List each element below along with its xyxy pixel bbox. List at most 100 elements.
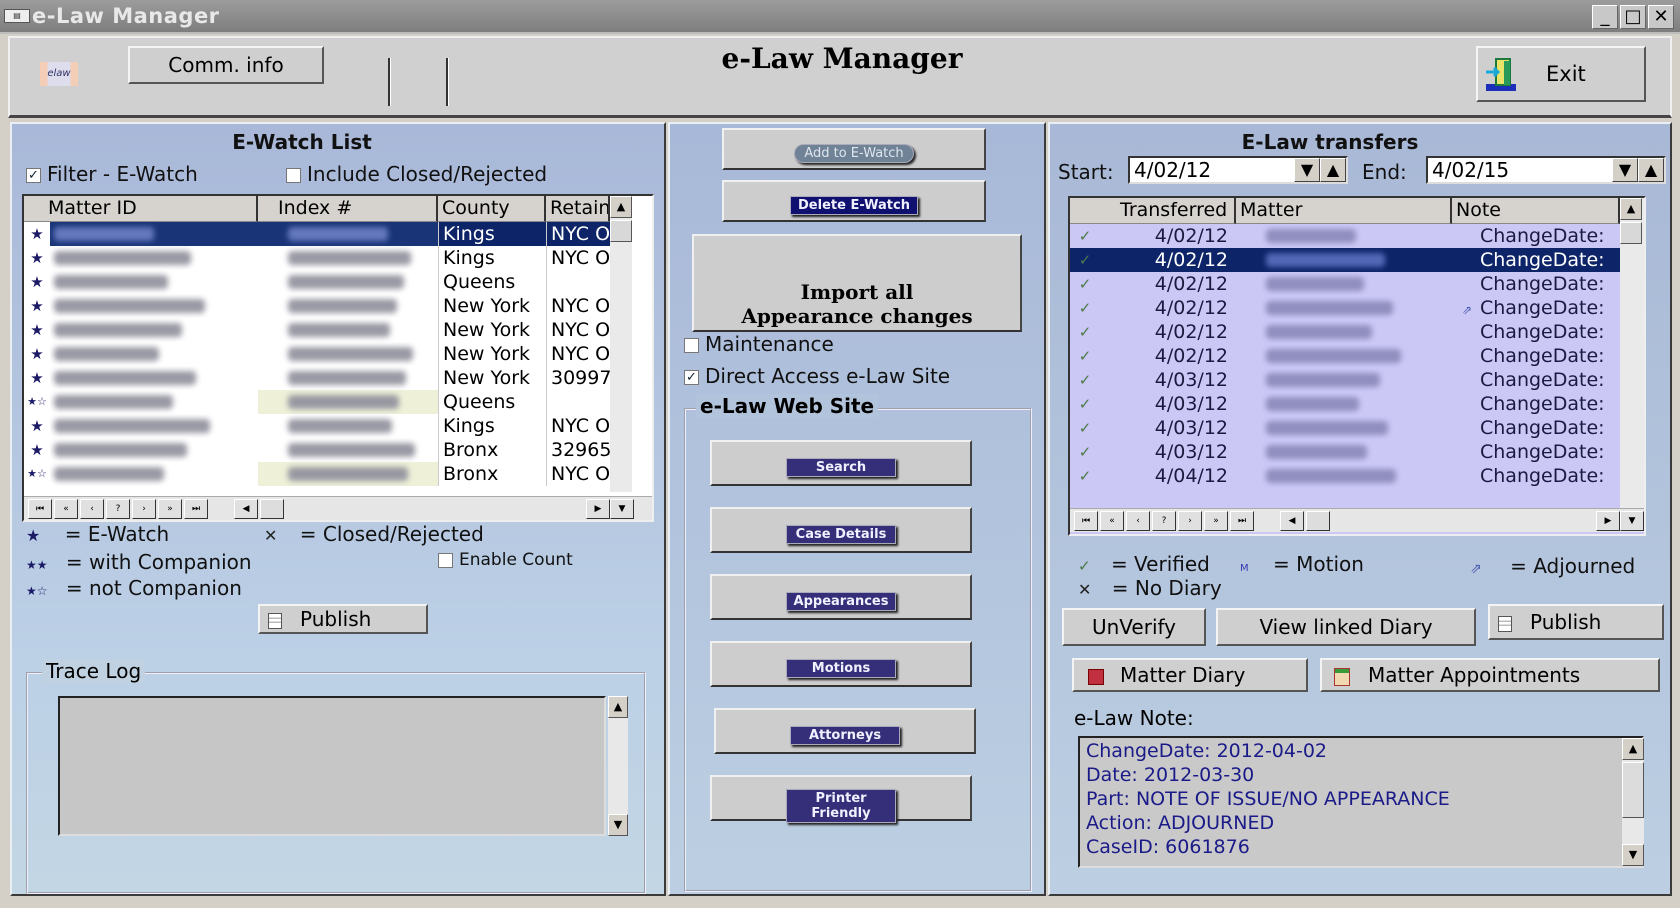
trace-scroll-up[interactable]: ▲	[608, 696, 628, 718]
ewatch-row[interactable]: ★ New York NYC O	[24, 294, 610, 318]
end-date-input[interactable]: 4/02/15 ▼ ▲	[1426, 156, 1666, 184]
search-button[interactable]: Search	[710, 440, 972, 486]
column-header-matter[interactable]: Matter	[1236, 198, 1452, 224]
direct-access-checkbox[interactable]: ✓ Direct Access e-Law Site	[684, 364, 950, 388]
note-scroll-down[interactable]: ▼	[1622, 844, 1644, 866]
trace-log-scrollbar[interactable]: ▲ ▼	[608, 696, 628, 836]
unverify-button[interactable]: UnVerify	[1062, 608, 1206, 646]
ewatch-row[interactable]: ★ Kings NYC O	[24, 414, 610, 438]
prev-page-button[interactable]: «	[54, 499, 78, 519]
note-scroll-thumb[interactable]	[1622, 762, 1644, 818]
note-scroll-up[interactable]: ▲	[1622, 738, 1644, 760]
hscroll-thumb[interactable]	[1306, 511, 1330, 531]
ewatch-row[interactable]: ★ Kings NYC O	[24, 246, 610, 270]
start-date-up-button[interactable]: ▲	[1320, 158, 1346, 182]
filter-ewatch-check[interactable]: ✓	[26, 168, 41, 183]
hscroll-left-button[interactable]: ◀	[1280, 511, 1304, 531]
column-header-county[interactable]: County	[438, 196, 546, 222]
elaw-note-textarea[interactable]: ChangeDate: 2012-04-02 Date: 2012-03-30 Pa…	[1078, 736, 1644, 868]
appearances-button[interactable]: Appearances	[710, 574, 972, 620]
scroll-down-button[interactable]: ▼	[1620, 511, 1644, 531]
transfers-publish-button[interactable]: Publish	[1488, 604, 1664, 640]
exit-button[interactable]: Exit	[1476, 46, 1646, 102]
prev-page-button[interactable]: «	[1100, 511, 1124, 531]
delete-ewatch-button[interactable]: Delete E-Watch	[722, 180, 986, 222]
next-page-button[interactable]: »	[1204, 511, 1228, 531]
scroll-up-button[interactable]: ▲	[610, 196, 632, 218]
hscroll-thumb[interactable]	[260, 499, 284, 519]
direct-access-check[interactable]: ✓	[684, 370, 699, 385]
column-header-note[interactable]: Note	[1452, 198, 1620, 224]
transfer-row[interactable]: ✓ 4/03/12 ChangeDate:	[1070, 392, 1620, 416]
import-appearance-changes-button[interactable]: Import all Appearance changes	[692, 234, 1022, 332]
printer-friendly-button[interactable]: Printer Friendly	[710, 775, 972, 823]
start-date-down-button[interactable]: ▼	[1294, 158, 1320, 182]
next-record-button[interactable]: ›	[1178, 511, 1202, 531]
scroll-thumb[interactable]	[610, 220, 632, 242]
maximize-button[interactable]: □	[1620, 5, 1646, 29]
include-closed-checkbox[interactable]: Include Closed/Rejected	[286, 162, 547, 186]
transfer-row[interactable]: ✓ 4/04/12 ChangeDate:	[1070, 464, 1620, 488]
transfer-row[interactable]: ✓ 4/02/12 ⇗ ChangeDate:	[1070, 296, 1620, 320]
transfer-row[interactable]: ✓ 4/02/12 ChangeDate:	[1070, 248, 1620, 272]
transfer-row[interactable]: ✓ 4/03/12 ChangeDate:	[1070, 368, 1620, 392]
trace-scroll-down[interactable]: ▼	[608, 814, 628, 836]
next-record-button[interactable]: ›	[132, 499, 156, 519]
column-header-retain[interactable]: Retain	[546, 196, 610, 222]
last-record-button[interactable]: ⏭	[184, 499, 208, 519]
goto-record-button[interactable]: ?	[106, 499, 130, 519]
trace-log-textarea[interactable]	[58, 696, 606, 836]
scroll-thumb[interactable]	[1620, 222, 1642, 244]
scroll-up-button[interactable]: ▲	[1620, 198, 1642, 220]
transfer-row[interactable]: ✓ 4/03/12 ChangeDate:	[1070, 416, 1620, 440]
ewatch-row[interactable]: ★ New York NYC O	[24, 342, 610, 366]
prev-record-button[interactable]: ‹	[1126, 511, 1150, 531]
prev-record-button[interactable]: ‹	[80, 499, 104, 519]
ewatch-row[interactable]: ★☆ Bronx NYC O	[24, 462, 610, 486]
column-header-index[interactable]: Index #	[258, 196, 438, 222]
goto-record-button[interactable]: ?	[1152, 511, 1176, 531]
matter-appointments-button[interactable]: Matter Appointments	[1320, 658, 1660, 692]
ewatch-row[interactable]: ★ Bronx 32965	[24, 438, 610, 462]
last-record-button[interactable]: ⏭	[1230, 511, 1254, 531]
hscroll-left-button[interactable]: ◀	[234, 499, 258, 519]
ewatch-row[interactable]: ★ New York NYC O	[24, 318, 610, 342]
ewatch-vscrollbar[interactable]: ▲	[610, 196, 632, 492]
maintenance-check[interactable]	[684, 338, 699, 353]
first-record-button[interactable]: ⏮	[1074, 511, 1098, 531]
filter-ewatch-checkbox[interactable]: ✓ Filter - E-Watch	[26, 162, 198, 186]
case-details-button[interactable]: Case Details	[710, 507, 972, 553]
ewatch-row[interactable]: ★ Queens	[24, 270, 610, 294]
minimize-button[interactable]: _	[1592, 5, 1618, 29]
ewatch-row[interactable]: ★ New York 30997	[24, 366, 610, 390]
transfer-row[interactable]: ✓ 4/02/12 ChangeDate:	[1070, 272, 1620, 296]
end-date-up-button[interactable]: ▲	[1638, 158, 1664, 182]
transfer-row[interactable]: ✓ 4/02/12 ChangeDate:	[1070, 344, 1620, 368]
hscroll-right-button[interactable]: ▶	[586, 499, 610, 519]
column-header-matter-id[interactable]: Matter ID	[24, 196, 258, 222]
transfers-vscrollbar[interactable]: ▲	[1620, 198, 1644, 508]
transfer-row[interactable]: ✓ 4/03/12 ChangeDate:	[1070, 440, 1620, 464]
ewatch-grid[interactable]: Matter ID Index # County Retain ★ Kings NY…	[22, 194, 654, 522]
first-record-button[interactable]: ⏮	[28, 499, 52, 519]
end-date-down-button[interactable]: ▼	[1612, 158, 1638, 182]
ewatch-row[interactable]: ★☆ Queens	[24, 390, 610, 414]
view-linked-diary-button[interactable]: View linked Diary	[1216, 608, 1476, 646]
enable-count-checkbox[interactable]: Enable Count	[438, 550, 573, 570]
hscroll-right-button[interactable]: ▶	[1596, 511, 1620, 531]
transfers-grid[interactable]: Transferred Matter Note ✓ 4/02/12 ChangeDa…	[1068, 196, 1646, 536]
column-header-transferred[interactable]: Transferred	[1070, 198, 1236, 224]
ewatch-row[interactable]: ★ Kings NYC O	[24, 222, 610, 246]
include-closed-check[interactable]	[286, 168, 301, 183]
scroll-down-button[interactable]: ▼	[610, 499, 634, 519]
transfer-row[interactable]: ✓ 4/02/12 ChangeDate:	[1070, 320, 1620, 344]
matter-diary-button[interactable]: Matter Diary	[1072, 658, 1308, 692]
enable-count-check[interactable]	[438, 552, 453, 568]
close-button[interactable]: ✕	[1648, 5, 1674, 29]
start-date-input[interactable]: 4/02/12 ▼ ▲	[1128, 156, 1348, 184]
add-to-ewatch-button[interactable]: Add to E-Watch	[722, 128, 986, 170]
attorneys-button[interactable]: Attorneys	[714, 708, 976, 754]
note-scrollbar[interactable]: ▲ ▼	[1622, 738, 1644, 866]
next-page-button[interactable]: »	[158, 499, 182, 519]
maintenance-checkbox[interactable]: Maintenance	[684, 332, 834, 356]
